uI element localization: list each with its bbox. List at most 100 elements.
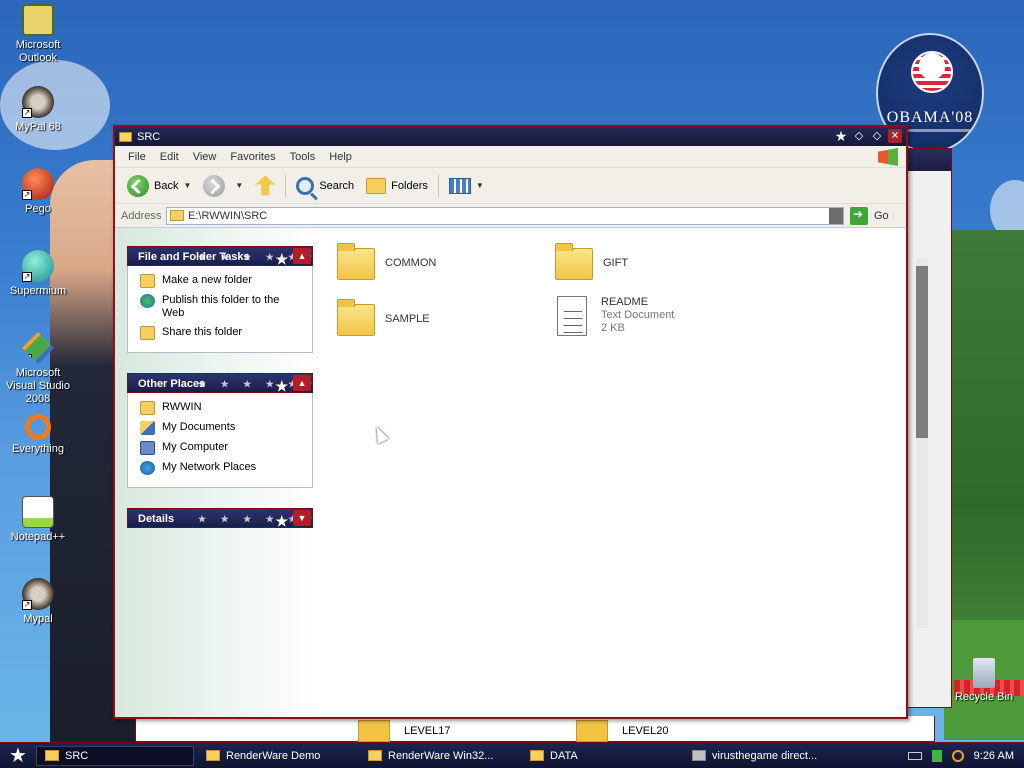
- collapse-icon[interactable]: ▲: [293, 248, 311, 264]
- menu-favorites[interactable]: Favorites: [223, 151, 282, 163]
- recycle-bin-icon: [973, 658, 995, 688]
- desktop-icon-visual-studio[interactable]: ↗ Microsoft Visual Studio 2008: [0, 332, 76, 406]
- folder-icon: [206, 750, 220, 761]
- shortcut-arrow-icon: ↗: [22, 600, 32, 610]
- computer-icon: [140, 441, 155, 455]
- desktop-icon-label: MyPal 68: [15, 121, 61, 133]
- expand-icon[interactable]: ▼: [293, 510, 311, 526]
- place-my-network[interactable]: My Network Places: [140, 461, 312, 475]
- folders-button[interactable]: Folders: [360, 172, 434, 200]
- collapse-icon[interactable]: ▲: [293, 375, 311, 391]
- folder-icon: [576, 720, 608, 742]
- file-item[interactable]: LEVEL17: [358, 720, 450, 742]
- tray-app-icon[interactable]: [931, 749, 942, 762]
- shortcut-arrow-icon: ↗: [22, 108, 32, 118]
- tray-search-icon[interactable]: [951, 749, 964, 762]
- place-my-computer[interactable]: My Computer: [140, 441, 312, 455]
- details-header[interactable]: ★ ★ ★ ★ ★ ★ Details ★ ▼: [127, 508, 313, 528]
- my-documents-icon: [140, 421, 155, 435]
- taskbar-item-renderware-win32[interactable]: RenderWare Win32...: [360, 746, 518, 766]
- file-size: 2 KB: [601, 322, 625, 334]
- chevron-down-icon[interactable]: ▼: [476, 181, 484, 190]
- address-bar: Address E:\RWWIN\SRC Go: [115, 204, 906, 228]
- taskbar-item-label: SRC: [65, 749, 89, 762]
- place-my-documents[interactable]: My Documents: [140, 421, 312, 435]
- start-button[interactable]: ★: [0, 743, 36, 768]
- folders-label: Folders: [391, 179, 428, 192]
- file-name: LEVEL20: [622, 725, 669, 737]
- task-publish-web[interactable]: Publish this folder to the Web: [140, 294, 312, 320]
- back-button[interactable]: Back ▼: [121, 172, 197, 200]
- desktop-icon-everything[interactable]: Everything: [0, 414, 76, 456]
- close-button[interactable]: ✕: [888, 129, 902, 143]
- windows-logo-icon: [878, 148, 898, 166]
- maximize-button[interactable]: ◇: [870, 129, 884, 143]
- star-button[interactable]: ★: [834, 129, 848, 143]
- window-titlebar[interactable]: SRC ★ ◇ ◇ ✕: [115, 127, 906, 146]
- search-button[interactable]: Search: [290, 172, 360, 200]
- place-rwwin[interactable]: RWWIN: [140, 401, 312, 415]
- search-icon: [296, 176, 315, 195]
- explorer-window[interactable]: SRC ★ ◇ ◇ ✕ File Edit View Favorites Too…: [113, 125, 908, 719]
- chevron-down-icon[interactable]: ▼: [183, 181, 191, 190]
- background-window-files[interactable]: LEVEL17 LEVEL20: [135, 716, 935, 742]
- taskbar-item-virusthegame[interactable]: virusthegame direct...: [684, 746, 842, 766]
- go-arrow-icon: [850, 206, 868, 225]
- up-button[interactable]: [249, 172, 281, 200]
- share-folder-icon: [140, 326, 155, 340]
- task-new-folder[interactable]: Make a new folder: [140, 274, 312, 288]
- forward-button[interactable]: ▼: [197, 172, 249, 200]
- desktop-icon-supermium[interactable]: ↗ Supermium: [0, 250, 76, 298]
- taskbar: ★ SRC RenderWare Demo RenderWare Win32..…: [0, 742, 1024, 768]
- file-tasks-header[interactable]: ★ ★ ★ ★ ★ ★ File and Folder Tasks ★ ▲: [127, 246, 313, 266]
- keyboard-icon[interactable]: [907, 751, 922, 760]
- toolbar-separator: [285, 174, 287, 197]
- background-window-scroll-thumb[interactable]: [916, 266, 928, 438]
- menu-help[interactable]: Help: [322, 151, 359, 163]
- taskbar-item-src[interactable]: SRC: [36, 745, 194, 766]
- toolbar-separator: [437, 174, 439, 197]
- file-item-sample[interactable]: SAMPLE: [337, 299, 430, 336]
- file-item-readme[interactable]: README Text Document 2 KB: [553, 296, 674, 336]
- raccoon-icon: ↗: [22, 86, 54, 118]
- address-label: Address: [121, 209, 162, 222]
- minimize-button[interactable]: ◇: [852, 129, 866, 143]
- go-button[interactable]: Go: [850, 206, 889, 225]
- menu-file[interactable]: File: [121, 151, 153, 163]
- task-label: Share this folder: [162, 326, 243, 338]
- menu-edit[interactable]: Edit: [153, 151, 186, 163]
- desktop-icon-pego[interactable]: ↗ Pego: [0, 168, 76, 216]
- file-item-gift[interactable]: GIFT: [555, 243, 628, 280]
- background-window-titlebar[interactable]: [901, 149, 951, 171]
- task-share-folder[interactable]: Share this folder: [140, 326, 312, 340]
- address-input[interactable]: E:\RWWIN\SRC: [166, 206, 844, 225]
- clock[interactable]: 9:26 AM: [974, 750, 1014, 762]
- folder-content[interactable]: ★ ★ ★ ★ ★ ★ File and Folder Tasks ★ ▲ Ma…: [115, 228, 906, 717]
- address-dropdown-button[interactable]: [829, 207, 843, 224]
- campaign-logo-icon: [911, 51, 953, 93]
- desktop-icon-mypal68[interactable]: ↗ MyPal 68: [0, 86, 76, 134]
- desktop-icon-label: Supermium: [9, 285, 67, 297]
- star-icon: ★: [275, 513, 288, 528]
- file-item-common[interactable]: COMMON: [337, 243, 436, 280]
- file-name: LEVEL17: [404, 725, 451, 737]
- other-places-header[interactable]: ★ ★ ★ ★ ★ ★ Other Places ★ ▲: [127, 373, 313, 393]
- new-folder-icon: [140, 274, 155, 288]
- views-button[interactable]: ▼: [443, 172, 490, 200]
- folder-icon: [170, 210, 184, 221]
- file-item[interactable]: LEVEL20: [576, 720, 668, 742]
- desktop-icon-recycle-bin[interactable]: Recycle Bin: [944, 658, 1024, 704]
- globe-icon: [140, 294, 155, 308]
- menu-tools[interactable]: Tools: [283, 151, 323, 163]
- folder-icon: [119, 131, 132, 142]
- star-icon: ★: [275, 378, 288, 393]
- pane-title: Details: [138, 513, 175, 525]
- taskbar-item-renderware-demo[interactable]: RenderWare Demo: [198, 746, 356, 766]
- chevron-down-icon[interactable]: ▼: [235, 181, 243, 190]
- menu-view[interactable]: View: [186, 151, 224, 163]
- desktop-icon-notepadpp[interactable]: Notepad++: [0, 496, 76, 544]
- notepad-icon: [22, 496, 54, 528]
- taskbar-item-data[interactable]: DATA: [522, 746, 680, 766]
- desktop-icon-outlook[interactable]: Microsoft Outlook: [0, 4, 76, 65]
- desktop-icon-mypal[interactable]: ↗ Mypal: [0, 578, 76, 626]
